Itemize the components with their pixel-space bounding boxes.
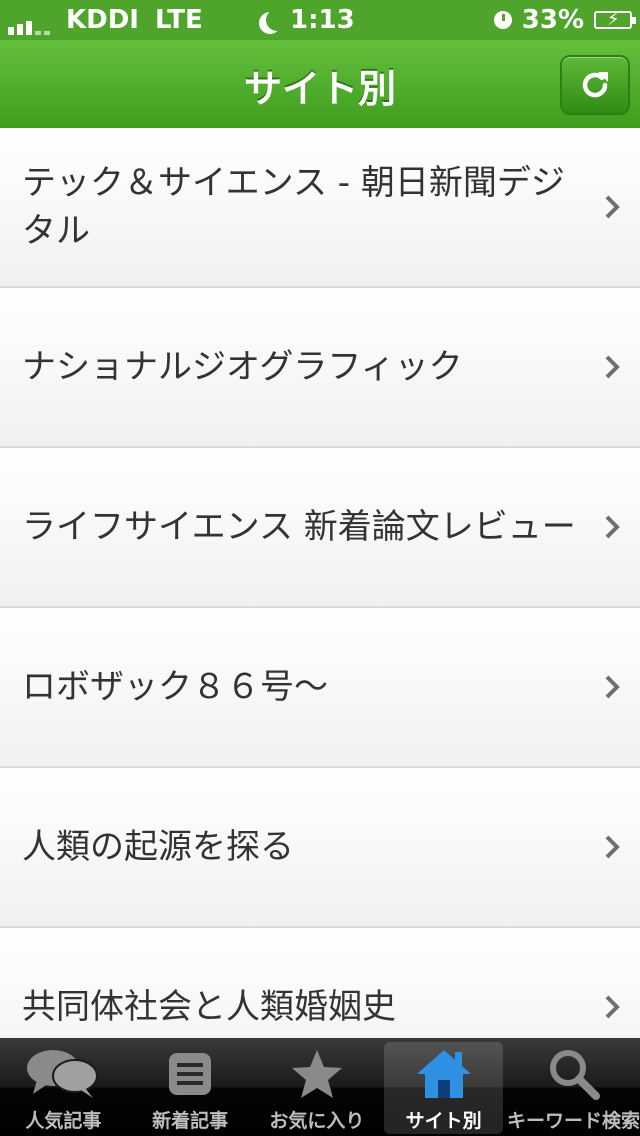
list-item-label: ロボザック８６号～ bbox=[22, 667, 328, 707]
tab-label: キーワード検索 bbox=[507, 1110, 640, 1132]
alarm-icon bbox=[493, 11, 512, 29]
tab-label: お気に入り bbox=[269, 1110, 365, 1132]
navigation-bar: サイト別 bbox=[0, 40, 640, 128]
status-time: 1:13 bbox=[290, 5, 355, 35]
tab-favorites[interactable]: お気に入り bbox=[254, 1038, 381, 1136]
carrier-label: KDDI bbox=[66, 5, 139, 35]
chevron-right-icon bbox=[605, 995, 620, 1019]
star-icon bbox=[291, 1050, 342, 1098]
refresh-button[interactable] bbox=[560, 55, 630, 115]
tab-label: 人気記事 bbox=[25, 1110, 102, 1132]
tab-label: 新着記事 bbox=[152, 1110, 229, 1132]
page-title: サイト別 bbox=[243, 67, 396, 111]
battery-percent: 33% bbox=[521, 5, 584, 35]
list-item-label: ナショナルジオグラフィック bbox=[22, 347, 463, 387]
home-icon bbox=[416, 1050, 471, 1098]
site-list: テック＆サイエンス - 朝日新聞デジタル ナショナルジオグラフィック ライフサイ… bbox=[0, 128, 640, 1036]
list-item[interactable]: ライフサイエンス 新着論文レビュー bbox=[0, 448, 640, 608]
list-item[interactable]: 共同体社会と人類婚姻史 bbox=[0, 928, 640, 1036]
list-item[interactable]: ナショナルジオグラフィック bbox=[0, 288, 640, 448]
search-icon bbox=[549, 1050, 600, 1100]
chevron-right-icon bbox=[605, 835, 620, 859]
list-item[interactable]: ロボザック８６号～ bbox=[0, 608, 640, 768]
list-item-label: 共同体社会と人類婚姻史 bbox=[22, 987, 396, 1027]
tab-by-site[interactable]: サイト別 bbox=[380, 1038, 507, 1136]
chevron-right-icon bbox=[605, 515, 620, 539]
list-item[interactable]: 人類の起源を探る bbox=[0, 768, 640, 928]
tab-new[interactable]: 新着記事 bbox=[127, 1038, 254, 1136]
signal-icon bbox=[8, 13, 50, 35]
tab-keyword-search[interactable]: キーワード検索 bbox=[507, 1038, 640, 1136]
network-label: LTE bbox=[155, 5, 203, 35]
status-bar: KDDI LTE 1:13 33% ⚡ bbox=[0, 0, 640, 40]
list-item-label: 人類の起源を探る bbox=[22, 827, 294, 867]
tab-bar: 人気記事 新着記事 お気に入り サイト別 キーワード検索 bbox=[0, 1038, 640, 1136]
list-item[interactable]: テック＆サイエンス - 朝日新聞デジタル bbox=[0, 128, 640, 288]
speech-bubbles-icon bbox=[27, 1050, 99, 1098]
chevron-right-icon bbox=[605, 355, 620, 379]
refresh-icon bbox=[582, 72, 608, 98]
battery-icon: ⚡ bbox=[594, 9, 636, 30]
chevron-right-icon bbox=[605, 195, 620, 219]
list-item-label: ライフサイエンス 新着論文レビュー bbox=[22, 507, 576, 547]
tab-popular[interactable]: 人気記事 bbox=[0, 1038, 127, 1136]
tab-label: サイト別 bbox=[405, 1110, 482, 1132]
list-item-label: テック＆サイエンス - 朝日新聞デジタル bbox=[22, 163, 565, 251]
do-not-disturb-icon bbox=[266, 9, 288, 31]
list-icon bbox=[169, 1053, 212, 1095]
chevron-right-icon bbox=[605, 675, 620, 699]
